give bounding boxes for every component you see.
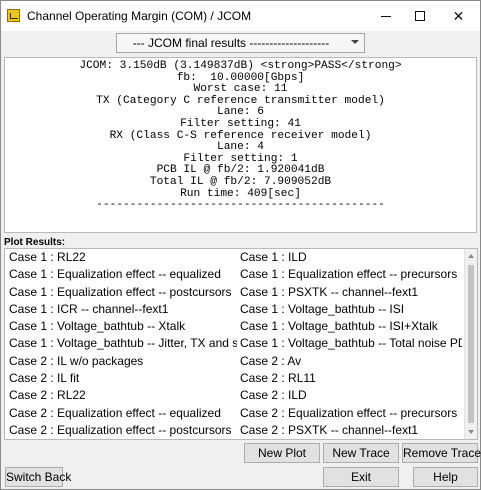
results-text-panel[interactable]: JCOM: 3.150dB (3.149837dB) <strong>PASS<…: [4, 57, 477, 233]
plot-result-item[interactable]: Case 1 : Voltage_bathtub -- Total noise …: [240, 336, 462, 350]
help-button[interactable]: Help: [413, 467, 478, 487]
maximize-icon: [415, 11, 425, 21]
remove-trace-button[interactable]: Remove Trace: [402, 443, 481, 463]
plot-result-item[interactable]: Case 1 : Equalization effect -- postcurs…: [9, 285, 237, 299]
plot-results-row: Case 2 : Equalization effect -- postcurs…: [5, 422, 465, 439]
close-icon: ✕: [452, 7, 465, 24]
title-bar[interactable]: Channel Operating Margin (COM) / JCOM ✕: [1, 1, 480, 31]
plot-result-item[interactable]: Case 2 : Equalization effect -- postcurs…: [9, 423, 237, 437]
close-button[interactable]: ✕: [437, 1, 480, 31]
results-line: JCOM: 3.150dB (3.149837dB) <strong>PASS<…: [79, 60, 402, 72]
results-line: ----------------------------------------…: [96, 199, 385, 212]
plot-result-item[interactable]: Case 2 : Equalization effect -- equalize…: [9, 406, 237, 420]
plot-result-item[interactable]: Case 2 : Av: [240, 354, 462, 368]
plot-result-item[interactable]: Case 2 : Equalization effect -- precurso…: [240, 406, 462, 420]
plot-results-row: Case 1 : Voltage_bathtub -- Xtalk Case 1 …: [5, 318, 465, 335]
plot-result-item[interactable]: Case 2 : IL w/o packages: [9, 354, 237, 368]
minimize-button[interactable]: [369, 1, 403, 31]
results-selector-dropdown[interactable]: --- JCOM final results -----------------…: [116, 33, 365, 53]
window-title: Channel Operating Margin (COM) / JCOM: [27, 9, 252, 23]
plot-result-item[interactable]: Case 1 : Voltage_bathtub -- ISI: [240, 302, 462, 316]
new-trace-button[interactable]: New Trace: [323, 443, 399, 463]
plot-results-row: Case 2 : IL w/o packages Case 2 : Av: [5, 353, 465, 370]
results-line: Total IL @ fb/2: 7.909052dB: [149, 175, 332, 188]
plot-result-item[interactable]: Case 2 : IL fit: [9, 371, 237, 385]
plot-result-item[interactable]: Case 2 : RL11: [240, 371, 462, 385]
exit-button[interactable]: Exit: [323, 467, 399, 487]
plot-result-item[interactable]: Case 1 : PSXTK -- channel--fext1: [240, 285, 462, 299]
plot-result-item[interactable]: Case 1 : ICR -- channel--fext1: [9, 302, 237, 316]
new-plot-button[interactable]: New Plot: [244, 443, 320, 463]
plot-result-item[interactable]: Case 1 : Equalization effect -- equalize…: [9, 267, 237, 281]
com-jcom-window: Channel Operating Margin (COM) / JCOM ✕ …: [0, 0, 481, 490]
plot-result-item[interactable]: Case 1 : RL22: [9, 250, 237, 264]
plot-results-row: Case 2 : Equalization effect -- equalize…: [5, 405, 465, 422]
plot-result-item[interactable]: Case 1 : ILD: [240, 250, 462, 264]
plot-results-scrollbar[interactable]: [464, 249, 477, 439]
results-line: Lane: 4: [217, 141, 264, 154]
results-text-lines: JCOM: 3.150dB (3.149837dB) <strong>PASS<…: [5, 58, 476, 212]
plot-result-item[interactable]: Case 1 : Voltage_bathtub -- ISI+Xtalk: [240, 319, 462, 333]
plot-result-item[interactable]: Case 1 : Equalization effect -- precurso…: [240, 267, 462, 281]
plot-result-item[interactable]: Case 2 : PSXTK -- channel--fext1: [240, 423, 462, 437]
plot-result-item[interactable]: Case 2 : ILD: [240, 388, 462, 402]
plot-results-row: Case 2 : RL22 Case 2 : ILD: [5, 387, 465, 404]
plot-result-item[interactable]: Case 1 : Voltage_bathtub -- Jitter, TX a…: [9, 336, 237, 350]
scrollbar-thumb[interactable]: [468, 265, 474, 423]
minimize-icon: [381, 16, 391, 17]
app-icon: [7, 9, 20, 22]
plot-results-row: Case 2 : IL fit Case 2 : RL11: [5, 370, 465, 387]
plot-result-item[interactable]: Case 2 : RL22: [9, 388, 237, 402]
chevron-down-icon: [351, 40, 359, 44]
plot-results-row: Case 1 : Equalization effect -- postcurs…: [5, 284, 465, 301]
plot-results-label: Plot Results:: [4, 237, 66, 248]
plot-results-rows: Case 1 : RL22 Case 1 : ILD Case 1 : Equali…: [5, 249, 465, 440]
results-selector-value: --- JCOM final results -----------------…: [132, 36, 330, 50]
maximize-button[interactable]: [403, 1, 437, 31]
results-line: Filter setting: 41: [180, 117, 301, 130]
scroll-up-icon[interactable]: [468, 254, 474, 258]
plot-results-list[interactable]: Case 1 : RL22 Case 1 : ILD Case 1 : Equali…: [4, 248, 478, 440]
plot-result-item[interactable]: Case 1 : Voltage_bathtub -- Xtalk: [9, 319, 237, 333]
plot-results-row: Case 1 : RL22 Case 1 : ILD: [5, 249, 465, 266]
plot-results-row: Case 1 : Voltage_bathtub -- Jitter, TX a…: [5, 335, 465, 352]
switch-back-button[interactable]: Switch Back: [5, 467, 71, 487]
plot-results-row: Case 2 : ICR -- channel--fext1Case 2 : V…: [5, 439, 465, 440]
plot-results-row: Case 1 : Equalization effect -- equalize…: [5, 266, 465, 283]
plot-results-row: Case 1 : ICR -- channel--fext1 Case 1 : V…: [5, 301, 465, 318]
scroll-down-icon[interactable]: [468, 430, 474, 434]
